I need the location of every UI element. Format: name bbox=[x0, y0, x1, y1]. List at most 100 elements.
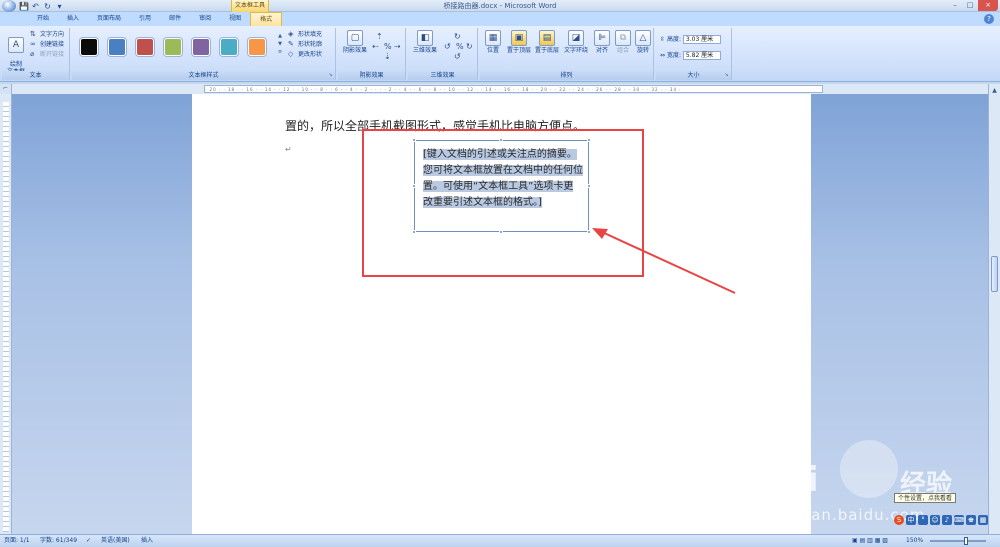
style-swatch-black[interactable] bbox=[80, 38, 98, 56]
style-swatch-orange[interactable] bbox=[248, 38, 266, 56]
dialog-launcher-icon[interactable]: ↘ bbox=[327, 72, 334, 79]
ime-tools-icon[interactable]: ▦ bbox=[978, 515, 988, 525]
status-page[interactable]: 页面: 1/1 bbox=[4, 535, 30, 547]
style-swatch-blue[interactable] bbox=[108, 38, 126, 56]
style-swatch-aqua[interactable] bbox=[220, 38, 238, 56]
group-shadow: ▢ 阴影效果 ⇡ ⇠ % ⇢ ⇣ 阴影效果 bbox=[338, 28, 406, 80]
size-dialog-launcher-icon[interactable]: ↘ bbox=[723, 72, 730, 79]
tab-view[interactable]: 视图 bbox=[220, 12, 250, 26]
vertical-scrollbar[interactable]: ▲ bbox=[988, 84, 1000, 534]
text-direction-icon: ⇅ bbox=[30, 30, 36, 38]
group-objects-label: 组合 bbox=[616, 47, 629, 54]
send-back-label: 置于底层 bbox=[534, 47, 559, 54]
ime-keyboard-icon[interactable]: ⌨ bbox=[954, 515, 964, 525]
shadow-effects-label: 阴影效果 bbox=[342, 47, 367, 54]
break-link-button[interactable]: ⌀ 断开链接 bbox=[30, 51, 64, 59]
ribbon-tabs: 开始 插入 页面布局 引用 邮件 审阅 视图 格式 bbox=[0, 12, 1000, 26]
3d-effects-button[interactable]: ◧ 三维效果 bbox=[410, 30, 440, 54]
rotate-button[interactable]: △ 旋转 bbox=[634, 30, 652, 54]
bring-front-label: 置于顶层 bbox=[506, 47, 531, 54]
3d-effects-label: 三维效果 bbox=[412, 47, 437, 54]
create-link-button[interactable]: ∞ 创建链接 bbox=[30, 41, 64, 49]
tab-mailings[interactable]: 邮件 bbox=[160, 12, 190, 26]
break-link-label: 断开链接 bbox=[40, 51, 65, 58]
height-icon: ⇳ bbox=[660, 36, 666, 43]
window-controls: – □ × bbox=[948, 0, 998, 12]
align-button[interactable]: ⊫ 对齐 bbox=[592, 30, 612, 54]
styles-scroll[interactable]: ▲ ▼ ≡ bbox=[276, 32, 284, 56]
rotate-icon: △ bbox=[635, 30, 651, 46]
shadow-toggle-icon[interactable]: % bbox=[384, 42, 392, 51]
scroll-up-icon[interactable]: ▲ bbox=[990, 86, 999, 95]
minimize-button[interactable]: – bbox=[948, 0, 962, 11]
tab-page-layout[interactable]: 页面布局 bbox=[88, 12, 130, 26]
help-icon[interactable]: ? bbox=[984, 14, 994, 24]
watermark-brand: Bai bbox=[760, 460, 819, 500]
style-swatch-red[interactable] bbox=[136, 38, 154, 56]
status-words[interactable]: 字数: 61/349 bbox=[40, 535, 77, 547]
textbox-icon: A bbox=[8, 37, 24, 53]
height-label: 高度: bbox=[666, 36, 681, 43]
width-input[interactable]: 5.82 厘米 bbox=[682, 51, 721, 60]
tilt-left-icon[interactable]: ↺ bbox=[444, 42, 451, 51]
maximize-button[interactable]: □ bbox=[963, 0, 977, 11]
zoom-slider[interactable] bbox=[930, 537, 986, 545]
sogou-icon[interactable]: S bbox=[894, 515, 904, 525]
height-input[interactable]: 3.03 厘米 bbox=[682, 35, 721, 44]
tilt-down-icon[interactable]: ↺ bbox=[454, 52, 461, 61]
vertical-ruler[interactable] bbox=[0, 94, 12, 534]
nudge-shadow-right-icon[interactable]: ⇢ bbox=[394, 42, 401, 51]
text-wrap-button[interactable]: ◪ 文字环绕 bbox=[562, 30, 590, 54]
scroll-thumb[interactable] bbox=[991, 256, 998, 292]
nudge-shadow-down-icon[interactable]: ⇣ bbox=[384, 52, 391, 61]
position-label: 位置 bbox=[486, 47, 499, 54]
ime-skin-icon[interactable]: ♚ bbox=[966, 515, 976, 525]
group-objects-icon: ⧉ bbox=[615, 30, 631, 46]
break-link-icon: ⌀ bbox=[30, 50, 35, 58]
window-title: 桥接路由器.docx - Microsoft Word bbox=[443, 2, 557, 10]
style-swatch-purple[interactable] bbox=[192, 38, 210, 56]
close-button[interactable]: × bbox=[978, 0, 998, 11]
style-swatch-green[interactable] bbox=[164, 38, 182, 56]
status-language[interactable]: 英语(美国) bbox=[101, 535, 130, 547]
tilt-up-icon[interactable]: ↻ bbox=[454, 32, 461, 41]
change-shape-button[interactable]: ◇ 更改形状 bbox=[288, 51, 322, 59]
send-to-back-button[interactable]: ▤ 置于底层 bbox=[534, 30, 560, 54]
ime-mic-icon[interactable]: ♪ bbox=[942, 515, 952, 525]
view-buttons[interactable]: ▣ ▤ ▥ ▦ ▧ bbox=[852, 535, 888, 547]
tilt-right-icon[interactable]: ↻ bbox=[466, 42, 473, 51]
width-field: ⇔ 宽度: 5.82 厘米 bbox=[660, 50, 721, 60]
zoom-slider-knob[interactable] bbox=[964, 537, 968, 545]
paint-bucket-icon: ◈ bbox=[288, 30, 294, 38]
tab-references[interactable]: 引用 bbox=[130, 12, 160, 26]
send-back-icon: ▤ bbox=[539, 30, 555, 46]
shapes-icon: ◇ bbox=[288, 50, 294, 58]
horizontal-ruler[interactable]: · 20 · · 18 · · 16 · · 14 · · 12 · · 10 … bbox=[12, 84, 988, 94]
ime-emoji-icon[interactable]: ☺ bbox=[930, 515, 940, 525]
shape-outline-button[interactable]: ✎ 形状轮廓 bbox=[288, 41, 322, 49]
status-insert-mode[interactable]: 插入 bbox=[141, 535, 153, 547]
shape-fill-button[interactable]: ◈ 形状填充 bbox=[288, 31, 322, 39]
text-direction-button[interactable]: ⇅ 文字方向 bbox=[30, 31, 64, 39]
ime-mode-icon[interactable]: 中 bbox=[906, 515, 916, 525]
bring-to-front-button[interactable]: ▣ 置于顶层 bbox=[506, 30, 532, 54]
text-wrap-label: 文字环绕 bbox=[563, 47, 588, 54]
group-size: ⇳ 高度: 3.03 厘米 ⇔ 宽度: 5.82 厘米 大小 ↘ bbox=[656, 28, 732, 80]
spellcheck-icon[interactable]: ✓ bbox=[86, 535, 91, 547]
tab-insert[interactable]: 插入 bbox=[58, 12, 88, 26]
text-wrap-icon: ◪ bbox=[568, 30, 584, 46]
shadow-effects-button[interactable]: ▢ 阴影效果 bbox=[340, 30, 370, 54]
3d-toggle-icon[interactable]: % bbox=[456, 42, 464, 51]
tab-selector[interactable]: ⌐ bbox=[0, 84, 12, 94]
draw-textbox-button[interactable]: A 绘制 文本框 bbox=[4, 30, 28, 75]
nudge-shadow-up-icon[interactable]: ⇡ bbox=[376, 32, 383, 41]
position-button[interactable]: ▦ 位置 bbox=[482, 30, 504, 54]
tab-format[interactable]: 格式 bbox=[250, 12, 283, 26]
ime-punct-icon[interactable]: ° bbox=[918, 515, 928, 525]
nudge-shadow-left-icon[interactable]: ⇠ bbox=[372, 42, 379, 51]
tab-review[interactable]: 审阅 bbox=[190, 12, 220, 26]
group-objects-button[interactable]: ⧉ 组合 bbox=[613, 30, 633, 54]
tab-home[interactable]: 开始 bbox=[28, 12, 58, 26]
align-icon: ⊫ bbox=[594, 30, 610, 46]
zoom-level[interactable]: 150% bbox=[906, 535, 923, 547]
